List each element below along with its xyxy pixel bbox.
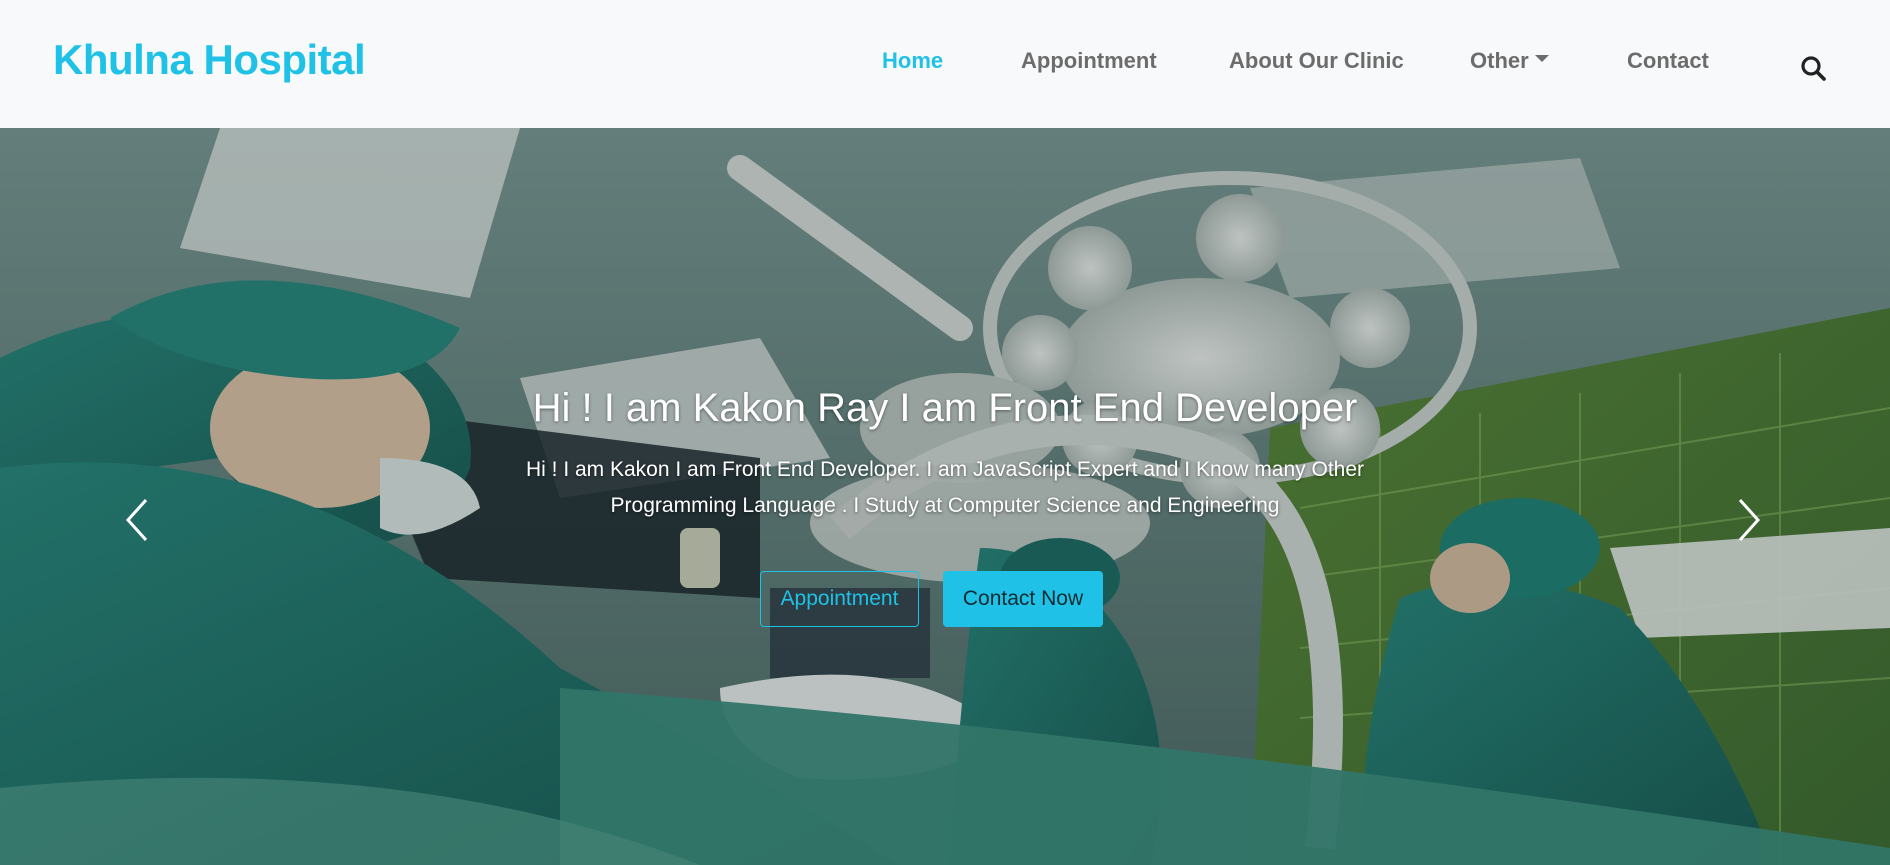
brand-logo[interactable]: Khulna Hospital [53,36,366,84]
hero-title: Hi ! I am Kakon Ray I am Front End Devel… [532,386,1358,430]
nav-other-dropdown[interactable]: Other [1470,48,1549,74]
carousel-caption: Hi ! I am Kakon Ray I am Front End Devel… [0,128,1890,865]
hero-description: Hi ! I am Kakon I am Front End Developer… [525,458,1365,517]
nav-contact[interactable]: Contact [1627,48,1709,74]
chevron-right-icon [1738,498,1761,542]
caret-down-icon [1534,54,1549,62]
hero-carousel: Hi ! I am Kakon Ray I am Front End Devel… [0,128,1890,865]
chevron-left-icon [125,498,148,542]
search-icon[interactable] [1797,52,1831,86]
nav-home[interactable]: Home [882,48,943,74]
appointment-button[interactable]: Appointment [760,571,919,627]
nav-appointment[interactable]: Appointment [1021,48,1157,74]
carousel-prev-button[interactable] [108,490,168,550]
contact-now-button[interactable]: Contact Now [943,571,1103,627]
navbar: Khulna Hospital Home Appointment About O… [0,0,1890,128]
carousel-next-button[interactable] [1718,490,1778,550]
nav-about-clinic[interactable]: About Our Clinic [1229,48,1404,74]
nav-other-label: Other [1470,48,1529,73]
